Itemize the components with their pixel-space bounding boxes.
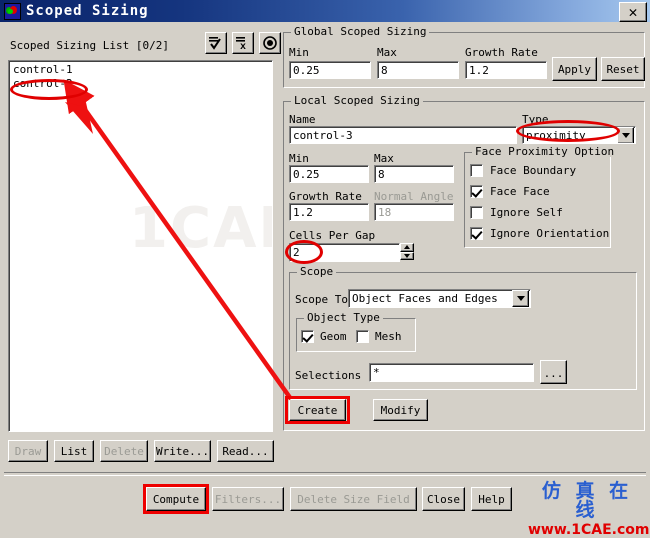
app-icon [4,2,21,20]
local-max-label: Max [374,152,394,165]
delete-size-field-button[interactable]: Delete Size Field [290,487,417,511]
face-proximity-legend: Face Proximity Option [472,146,618,157]
ignore-orientation-label: Ignore Orientation [490,227,610,240]
object-type-legend: Object Type [304,312,383,323]
mesh-checkbox[interactable] [356,330,369,343]
write-button[interactable]: Write... [154,440,211,462]
title-bar: Scoped Sizing ✕ [0,0,650,22]
mesh-label: Mesh [375,330,402,343]
rect-create-button [285,396,350,424]
select-one-icon[interactable] [259,32,281,54]
filters-button[interactable]: Filters... [212,487,284,511]
face-face-label: Face Face [490,185,550,198]
selections-input[interactable]: * [369,363,534,382]
local-normal-angle-label: Normal Angle [374,190,454,203]
scope-legend: Scope [297,266,337,277]
scoped-sizing-dialog: Scoped Sizing ✕ Scoped Sizing List [0/2]… [0,0,650,537]
local-max-input[interactable]: 8 [374,165,454,183]
checkbox-ignore-self[interactable]: Ignore Self [470,206,563,219]
scope-to-value: Object Faces and Edges [352,292,498,305]
checkbox-face-face[interactable]: Face Face [470,185,550,198]
geom-label: Geom [320,330,347,343]
selections-label: Selections [295,369,362,382]
help-button[interactable]: Help [471,487,512,511]
local-min-input[interactable]: 0.25 [289,165,369,183]
face-boundary-checkbox[interactable] [470,164,483,177]
modify-button[interactable]: Modify [373,399,428,421]
rect-compute-button [143,484,209,514]
svg-text:x: x [240,42,246,51]
checkbox-face-boundary[interactable]: Face Boundary [470,164,576,177]
ellipse-type-proximity [516,120,620,142]
local-name-label: Name [289,113,316,126]
geom-checkbox[interactable] [301,330,314,343]
footer-divider [4,472,646,476]
face-boundary-label: Face Boundary [490,164,577,177]
global-max-label: Max [377,46,397,59]
read-button[interactable]: Read... [217,440,274,462]
local-min-label: Min [289,152,309,165]
cells-per-gap-spin[interactable] [400,243,414,260]
check-all-icon[interactable] [205,32,227,54]
window-title: Scoped Sizing [26,3,149,19]
apply-button[interactable]: Apply [552,57,597,81]
ellipse-cells-per-gap [285,240,323,264]
scope-to-label: Scope To [295,293,348,306]
global-group-legend: Global Scoped Sizing [291,26,430,37]
delete-button[interactable]: Delete [100,440,148,462]
local-growth-rate-input[interactable]: 1.2 [289,203,369,221]
ignore-orientation-checkbox[interactable] [470,227,483,240]
close-button[interactable]: Close [422,487,465,511]
ellipse-control-2 [10,79,88,100]
spin-up-icon[interactable] [400,243,414,252]
chevron-down-icon[interactable] [512,290,529,307]
checkbox-mesh[interactable]: Mesh [356,330,402,343]
local-normal-angle-input: 18 [374,203,454,221]
branding-url-text: www.1CAE.com [528,522,650,538]
branding-cn-text: 仿 真 在 线 [541,480,633,521]
spin-down-icon[interactable] [400,251,414,260]
global-max-input[interactable]: 8 [377,61,459,79]
scoped-sizing-list[interactable]: 1CAE.com control-1 control-2 [8,60,273,432]
branding-logo: 仿 真 在 线 www.1CAE.com [528,480,650,538]
reset-button[interactable]: Reset [601,57,645,81]
list-item[interactable]: control-1 [13,63,272,77]
local-growth-rate-label: Growth Rate [289,190,362,203]
ignore-self-label: Ignore Self [490,206,563,219]
global-growth-rate-label: Growth Rate [465,46,538,59]
global-min-label: Min [289,46,309,59]
global-min-input[interactable]: 0.25 [289,61,371,79]
list-watermark: 1CAE.com [129,196,272,261]
global-growth-rate-input[interactable]: 1.2 [465,61,547,79]
list-button[interactable]: List [54,440,94,462]
face-face-checkbox[interactable] [470,185,483,198]
close-icon[interactable]: ✕ [619,2,647,22]
selections-browse-button[interactable]: ... [540,360,567,384]
ignore-self-checkbox[interactable] [470,206,483,219]
scope-to-select[interactable]: Object Faces and Edges [348,289,531,308]
scoped-sizing-list-label: Scoped Sizing List [0/2] [10,39,169,52]
local-group-legend: Local Scoped Sizing [291,95,423,106]
checkbox-ignore-orientation[interactable]: Ignore Orientation [470,227,609,240]
uncheck-all-icon[interactable]: x [232,32,254,54]
draw-button[interactable]: Draw [8,440,48,462]
local-name-input[interactable]: control-3 [289,126,517,144]
checkbox-geom[interactable]: Geom [301,330,347,343]
